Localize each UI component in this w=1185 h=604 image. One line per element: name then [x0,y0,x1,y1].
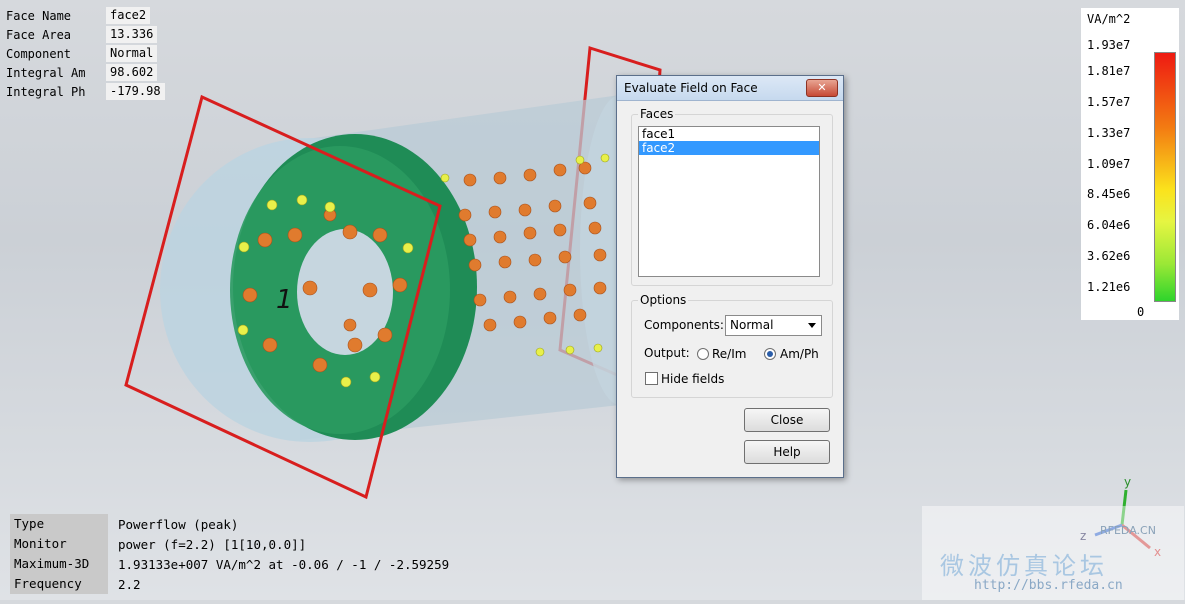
list-item-face1[interactable]: face1 [639,127,819,141]
close-icon[interactable]: ✕ [806,79,838,97]
monitor-info-panel: Type Powerflow (peak) Monitor power (f=2.2… [10,514,449,594]
type-row: Type Powerflow (peak) [10,514,449,534]
axis-y-label: y [1124,475,1131,489]
legend-tick: 3.62e6 [1087,249,1131,263]
legend-tick: 1.93e7 [1087,38,1131,52]
watermark-url: http://bbs.rfeda.cn [974,578,1123,593]
legend-tick: 0 [1137,305,1145,319]
dialog-titlebar[interactable]: Evaluate Field on Face ✕ [617,76,843,101]
faces-listbox[interactable]: face1 face2 [638,126,820,277]
maximum-row: Maximum-3D 1.93133e+007 VA/m^2 at -0.06 /… [10,554,449,574]
hide-fields-checkbox[interactable] [645,372,658,385]
integral-ph-row: Integral Ph -179.98 [2,82,165,101]
face-info-panel: Face Name face2 Face Area 13.336 Component… [2,6,165,101]
legend-tick: 1.57e7 [1087,95,1131,109]
hide-fields-label[interactable]: Hide fields [661,372,724,386]
legend-tick: 1.21e6 [1087,280,1131,294]
frequency-row: Frequency 2.2 [10,574,449,594]
legend-tick: 6.04e6 [1087,218,1131,232]
components-select[interactable]: Normal [725,315,822,336]
integral-am-row: Integral Am 98.602 [2,63,165,82]
close-button[interactable]: Close [744,408,830,432]
components-value: Normal [730,318,774,332]
legend-tick: 1.33e7 [1087,126,1131,140]
watermark-title: 微波仿真论坛 [940,552,1108,580]
legend-title: VA/m^2 [1087,12,1131,26]
legend-tick: 1.81e7 [1087,64,1131,78]
watermark: RFEDA.CN 微波仿真论坛 http://bbs.rfeda.cn [922,506,1184,600]
legend-tick: 8.45e6 [1087,187,1131,201]
faces-label: Faces [638,107,676,121]
output-amph-label[interactable]: Am/Ph [780,347,819,361]
dialog-title: Evaluate Field on Face [624,81,758,95]
chevron-down-icon [808,323,816,328]
output-reim-radio[interactable] [697,348,709,360]
legend-color-bar [1154,52,1176,302]
output-amph-radio[interactable] [764,348,776,360]
color-legend: VA/m^2 1.93e7 1.81e7 1.57e7 1.33e7 1.09e… [1081,8,1179,320]
evaluate-field-dialog: Evaluate Field on Face ✕ Faces face1 fac… [616,75,844,478]
legend-tick: 1.09e7 [1087,157,1131,171]
watermark-logo: RFEDA.CN [1100,524,1156,537]
output-reim-label[interactable]: Re/Im [712,347,746,361]
components-label: Components: [644,318,724,332]
monitor-row: Monitor power (f=2.2) [1[10,0.0]] [10,534,449,554]
component-row: Component Normal [2,44,165,63]
face-name-row: Face Name face2 [2,6,165,25]
face-area-row: Face Area 13.336 [2,25,165,44]
help-button[interactable]: Help [744,440,830,464]
list-item-face2[interactable]: face2 [639,141,819,155]
port-label: 1 [276,285,293,315]
output-label: Output: [644,346,690,360]
options-label: Options [638,293,689,307]
